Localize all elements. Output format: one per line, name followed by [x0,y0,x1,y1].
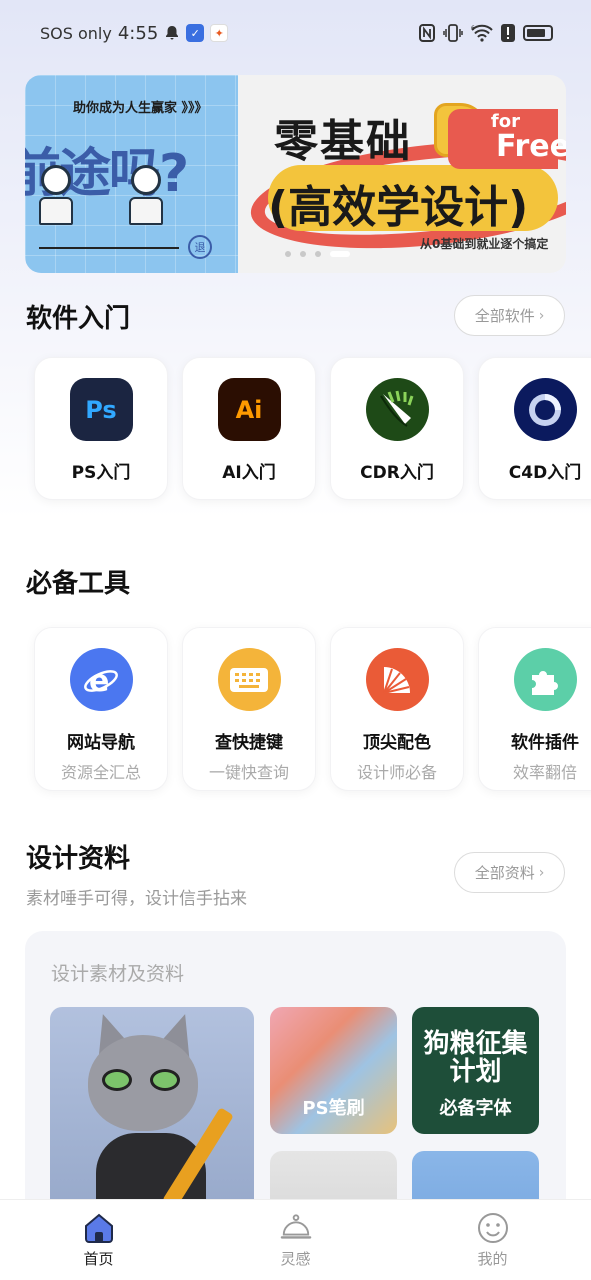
software-section-title: 软件入门 [26,304,131,334]
cloche-icon [280,1212,312,1244]
promo-banner[interactable]: 助你成为人生赢家 》》》 前途吗? 退 零基础 for Free (高效学设计)… [25,75,566,273]
tool-card-plugins[interactable]: 软件插件 效率翻倍 [478,627,591,791]
banner-slide-prev[interactable]: 助你成为人生赢家 》》》 前途吗? 退 [25,75,238,273]
material-tile-label: 必备字体 [439,1098,512,1119]
tool-label: 查快捷键 [215,733,283,753]
tool-label: 软件插件 [511,733,579,753]
status-bar: SOS only 4:55 ✓ ✦ 6 [0,0,591,66]
tools-section-title: 必备工具 [26,569,131,599]
materials-section-subtitle: 素材唾手可得，设计信手拈来 [26,889,247,909]
vibrate-icon [443,24,463,42]
materials-panel: 设计素材及资料 PS笔刷 狗粮征集计划 必备字体 [25,931,566,1278]
material-tile-ps-brush[interactable]: PS笔刷 [270,1007,397,1134]
tool-card-shortcuts[interactable]: 查快捷键 一键快查询 [182,627,316,791]
software-card-ps[interactable]: Ps PS入门 [34,357,168,500]
puzzle-icon [513,648,577,711]
runner-app-icon: ✦ [210,24,229,42]
cat-eye [102,1069,132,1091]
browser-e-icon: e [69,648,133,711]
banner-dot[interactable] [300,251,306,257]
nav-label: 首页 [83,1249,114,1268]
photoshop-icon: Ps [69,378,133,441]
alert-icon [501,24,515,42]
status-left: SOS only 4:55 ✓ ✦ [40,22,229,44]
cartoon-figure-2 [129,165,163,225]
software-label: AI入门 [222,463,276,483]
material-tile-fonts[interactable]: 狗粮征集计划 必备字体 [412,1007,539,1134]
nav-item-home[interactable]: 首页 [39,1212,159,1269]
clock: 4:55 [117,22,159,44]
all-materials-button[interactable]: 全部资料 › [454,852,565,893]
home-icon [83,1212,115,1244]
bell-icon [164,25,180,41]
software-card-ai[interactable]: Ai AI入门 [182,357,316,500]
tool-card-website-nav[interactable]: e 网站导航 资源全汇总 [34,627,168,791]
nav-label: 我的 [477,1249,508,1268]
tools-card-row: e 网站导航 资源全汇总 查快捷键 一键快查询 顶尖配色 设计师必备 软件插件 … [34,627,591,791]
software-label: CDR入门 [360,463,434,483]
banner-caption: 从0基础到就业逐个搞定 [420,237,549,251]
svg-text:6: 6 [471,25,475,32]
software-card-cdr[interactable]: CDR入门 [330,357,464,500]
tool-sublabel: 一键快查询 [208,763,289,782]
materials-section-title: 设计资料 [26,844,131,874]
nav-item-mine[interactable]: 我的 [433,1212,553,1269]
material-tile-label: PS笔刷 [302,1098,365,1119]
banner-free-text: Free [495,129,566,164]
software-label: C4D入门 [508,463,582,483]
banner-title: 零基础 [274,116,412,167]
font-tile-art: 狗粮征集计划 [423,1029,528,1087]
wifi-icon: 6 [471,24,493,42]
software-card-row: Ps PS入门 Ai AI入门 CDR入门 C4D入门 [34,357,591,500]
all-software-button[interactable]: 全部软件 › [454,295,565,336]
banner-pagination [285,251,350,257]
nfc-icon [419,24,435,42]
banner-slide-current[interactable]: 零基础 for Free (高效学设计) 从0基础到就业逐个搞定 [238,75,566,273]
chevron-right-icon: › [538,864,545,881]
tool-label: 网站导航 [67,733,135,753]
heartbeat-line [39,247,179,249]
cinema4d-icon [513,378,577,441]
banner-left-tagline: 助你成为人生赢家 》》》 [73,101,208,116]
seal-stamp: 退 [188,235,212,259]
chevron-right-icon: › [538,307,545,324]
tool-sublabel: 效率翻倍 [512,763,577,782]
banner-subtitle: (高效学设计) [268,182,529,233]
illustrator-icon: Ai [217,378,281,441]
coreldraw-icon [365,378,429,441]
tool-card-colors[interactable]: 顶尖配色 设计师必备 [330,627,464,791]
tool-label: 顶尖配色 [363,733,431,753]
status-right: 6 [419,24,553,42]
software-label: PS入门 [71,463,131,483]
color-fan-icon [365,648,429,711]
svg-text:e: e [89,664,109,699]
nav-label: 灵感 [280,1249,311,1268]
banner-dot-active[interactable] [330,251,350,257]
carrier-text: SOS only [40,23,112,43]
all-software-label: 全部软件 [474,307,535,325]
battery-icon [523,25,553,41]
all-materials-label: 全部资料 [474,864,535,882]
cat-eye [150,1069,180,1091]
bottom-nav: 首页 灵感 我的 [0,1199,591,1280]
tool-sublabel: 资源全汇总 [60,763,141,782]
banner-dot[interactable] [285,251,291,257]
cartoon-figure-1 [39,165,73,225]
bird-app-icon: ✓ [186,24,205,42]
tool-sublabel: 设计师必备 [356,763,437,782]
smile-face-icon [477,1212,509,1244]
keyboard-icon [217,648,281,711]
banner-dot[interactable] [315,251,321,257]
nav-item-inspiration[interactable]: 灵感 [236,1212,356,1269]
software-card-c4d[interactable]: C4D入门 [478,357,591,500]
materials-panel-title: 设计素材及资料 [51,963,185,985]
